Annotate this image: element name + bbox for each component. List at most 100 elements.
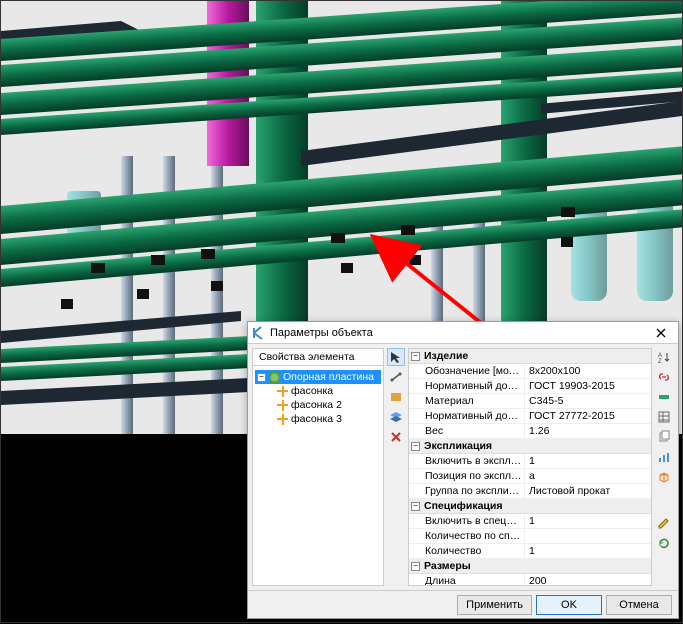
apply-button[interactable]: Применить — [457, 595, 532, 615]
object-params-dialog: Параметры объекта Свойства элемента − Оп… — [247, 321, 679, 619]
collapse-icon[interactable]: − — [411, 442, 420, 451]
property-input[interactable] — [529, 410, 647, 422]
property-label: Вес — [409, 424, 525, 438]
group-label: Экспликация — [424, 440, 492, 452]
property-label: Включить в экспликацию — [409, 454, 525, 468]
element-tree[interactable]: − Опорная пластина фасонка фасонка 2 фасон… — [253, 366, 383, 585]
property-value[interactable] — [525, 454, 651, 468]
node-icon — [269, 372, 280, 383]
tool-select-icon[interactable] — [387, 348, 405, 366]
node-icon — [277, 386, 288, 397]
close-button[interactable] — [648, 325, 674, 341]
property-label: Обозначение [модель] — [409, 364, 525, 378]
property-label: Материал — [409, 394, 525, 408]
property-label: Включить в специфика… — [409, 514, 525, 528]
property-row[interactable]: Нормативный документ — [409, 379, 651, 394]
property-input[interactable] — [529, 575, 647, 586]
dialog-titlebar[interactable]: Параметры объекта — [248, 322, 678, 344]
property-row[interactable]: Группа по экспликации — [409, 484, 651, 499]
property-input[interactable] — [529, 485, 647, 497]
property-grid[interactable]: −ИзделиеОбозначение [модель]Нормативный … — [408, 348, 652, 586]
property-group-header[interactable]: −Спецификация — [409, 499, 651, 514]
property-value[interactable] — [525, 574, 651, 586]
property-value[interactable] — [525, 409, 651, 423]
right-toolbar: AZ — [654, 348, 674, 586]
property-value[interactable] — [525, 484, 651, 498]
property-label: Количество — [409, 544, 525, 558]
property-input[interactable] — [529, 530, 647, 542]
property-input[interactable] — [529, 455, 647, 467]
tool-sort-az-icon[interactable]: AZ — [655, 348, 673, 366]
property-row[interactable]: Длина — [409, 574, 651, 586]
tree-child-label: фасонка 3 — [291, 413, 342, 425]
tool-refresh-icon[interactable] — [655, 534, 673, 552]
property-row[interactable]: Вес — [409, 424, 651, 439]
group-label: Размеры — [424, 560, 471, 572]
svg-text:Z: Z — [658, 359, 662, 364]
left-toolbar — [386, 348, 406, 586]
collapse-icon[interactable]: − — [411, 562, 420, 571]
property-label: Нормативный документ — [409, 379, 525, 393]
collapse-icon[interactable]: − — [411, 352, 420, 361]
tree-child-label: фасонка 2 — [291, 399, 342, 411]
tree-child-item[interactable]: фасонка 2 — [275, 398, 381, 412]
node-icon — [277, 414, 288, 425]
property-group-header[interactable]: −Экспликация — [409, 439, 651, 454]
tool-link-icon[interactable] — [655, 368, 673, 386]
dialog-title: Параметры объекта — [270, 327, 644, 339]
property-value[interactable] — [525, 544, 651, 558]
property-row[interactable]: Включить в специфика… — [409, 514, 651, 529]
property-input[interactable] — [529, 470, 647, 482]
tool-box-icon[interactable] — [655, 468, 673, 486]
tool-material-icon[interactable] — [387, 388, 405, 406]
tool-pipe-icon[interactable] — [655, 388, 673, 406]
property-value[interactable] — [525, 379, 651, 393]
property-label: Количество по специ… — [409, 529, 525, 543]
property-input[interactable] — [529, 545, 647, 557]
tool-copy-icon[interactable] — [655, 428, 673, 446]
property-group-header[interactable]: −Размеры — [409, 559, 651, 574]
tool-dimension-icon[interactable] — [387, 368, 405, 386]
collapse-icon[interactable]: − — [411, 502, 420, 511]
cancel-button[interactable]: Отмена — [606, 595, 672, 615]
group-label: Спецификация — [424, 500, 502, 512]
property-row[interactable]: Материал — [409, 394, 651, 409]
property-row[interactable]: Количество по специ… — [409, 529, 651, 544]
property-value[interactable] — [525, 424, 651, 438]
property-value[interactable] — [525, 529, 651, 543]
tree-child-item[interactable]: фасонка — [275, 384, 381, 398]
property-label: Длина — [409, 574, 525, 586]
property-label: Нормативный документ — [409, 409, 525, 423]
tree-root-item[interactable]: − Опорная пластина — [255, 370, 381, 384]
property-value[interactable] — [525, 364, 651, 378]
property-value[interactable] — [525, 514, 651, 528]
tree-child-item[interactable]: фасонка 3 — [275, 412, 381, 426]
property-input[interactable] — [529, 395, 647, 407]
property-input[interactable] — [529, 515, 647, 527]
property-input[interactable] — [529, 425, 647, 437]
property-label: Позиция по эксплик… — [409, 469, 525, 483]
tool-layers-icon[interactable] — [387, 408, 405, 426]
tool-delete-icon[interactable] — [387, 428, 405, 446]
node-icon — [277, 400, 288, 411]
app-logo-icon — [252, 326, 266, 340]
ok-button[interactable]: OK — [536, 595, 602, 615]
property-row[interactable]: Нормативный документ — [409, 409, 651, 424]
property-row[interactable]: Включить в экспликацию — [409, 454, 651, 469]
collapse-icon[interactable]: − — [257, 373, 266, 382]
property-row[interactable]: Позиция по эксплик… — [409, 469, 651, 484]
tool-table-icon[interactable] — [655, 408, 673, 426]
property-row[interactable]: Обозначение [модель] — [409, 364, 651, 379]
property-value[interactable] — [525, 394, 651, 408]
tool-chart-icon[interactable] — [655, 448, 673, 466]
tree-tab-properties[interactable]: Свойства элемента — [253, 349, 383, 366]
tool-edit-icon[interactable] — [655, 514, 673, 532]
tree-child-label: фасонка — [291, 385, 333, 397]
property-group-header[interactable]: −Изделие — [409, 349, 651, 364]
property-value[interactable] — [525, 469, 651, 483]
property-input[interactable] — [529, 365, 647, 377]
group-label: Изделие — [424, 350, 468, 362]
property-row[interactable]: Количество — [409, 544, 651, 559]
element-tree-panel: Свойства элемента − Опорная пластина фас… — [252, 348, 384, 586]
property-input[interactable] — [529, 380, 647, 392]
